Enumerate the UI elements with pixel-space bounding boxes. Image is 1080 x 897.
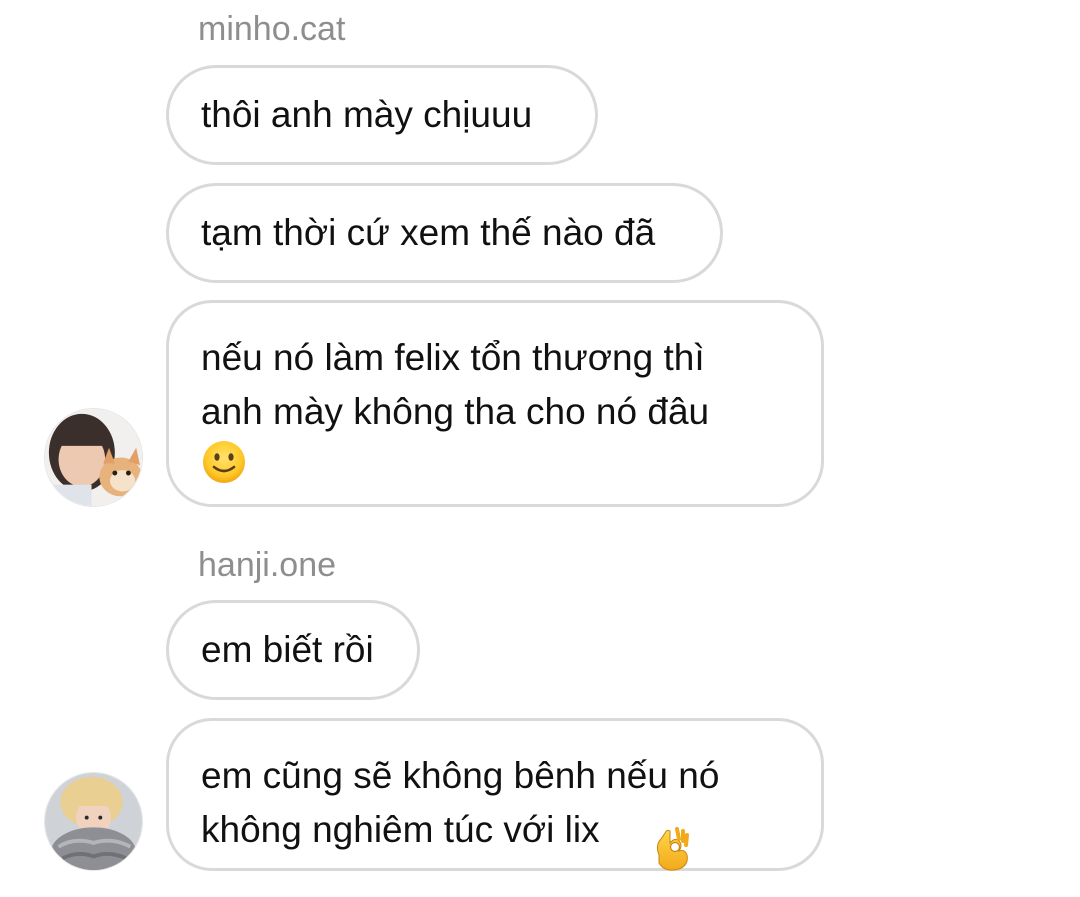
- message-text: thôi anh mày chịuuu: [201, 94, 533, 135]
- username-hanji-one[interactable]: hanji.one: [198, 545, 336, 585]
- message-text: tạm thời cứ xem thế nào đã: [201, 212, 656, 253]
- message-bubble[interactable]: nếu nó làm felix tổn thương thì anh mày …: [166, 300, 824, 507]
- slightly-smiling-face-emoji: [201, 439, 247, 494]
- username-minho-cat[interactable]: minho.cat: [198, 9, 345, 49]
- message-bubble[interactable]: em biết rồi: [166, 600, 420, 700]
- message-text: em cũng sẽ không bênh nếu nó không nghiê…: [201, 755, 720, 850]
- avatar-hanji-one[interactable]: [44, 772, 143, 871]
- avatar-minho-cat[interactable]: [44, 408, 143, 507]
- message-text: em biết rồi: [201, 629, 374, 670]
- ok-hand-emoji: [649, 825, 693, 882]
- message-bubble[interactable]: thôi anh mày chịuuu: [166, 65, 598, 165]
- message-text: nếu nó làm felix tổn thương thì anh mày …: [201, 337, 710, 432]
- message-bubble[interactable]: em cũng sẽ không bênh nếu nó không nghiê…: [166, 718, 824, 871]
- message-bubble[interactable]: tạm thời cứ xem thế nào đã: [166, 183, 723, 283]
